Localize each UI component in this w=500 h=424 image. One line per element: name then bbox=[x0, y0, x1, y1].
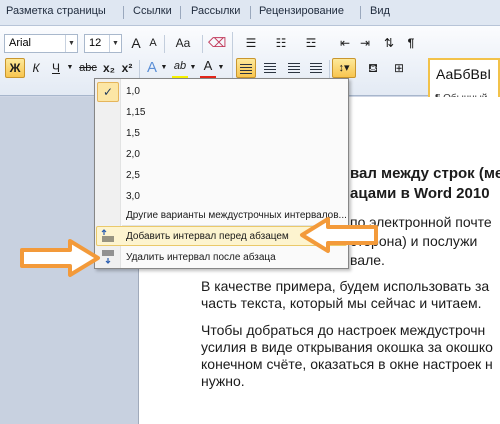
text-effects-button[interactable]: A bbox=[144, 58, 160, 78]
align-right-button[interactable] bbox=[284, 58, 304, 78]
menu-item-add-space-before[interactable]: Добавить интервал перед абзацем bbox=[126, 231, 289, 242]
heading-line: вал между строк (ме bbox=[350, 165, 500, 182]
font-color-button[interactable]: A bbox=[200, 56, 216, 76]
chevron-down-icon[interactable]: ▼ bbox=[66, 58, 74, 78]
add-space-before-icon bbox=[101, 229, 114, 242]
pilcrow-button[interactable]: ¶ bbox=[404, 33, 418, 53]
menu-item-spacing-2-5[interactable]: 2,5 bbox=[126, 170, 140, 181]
clear-formatting-icon[interactable]: ⌫ bbox=[208, 33, 226, 53]
chevron-down-icon[interactable]: ▼ bbox=[189, 58, 197, 78]
tab-references[interactable]: Ссылки bbox=[133, 5, 172, 17]
chevron-down-icon[interactable]: ▼ bbox=[65, 35, 77, 52]
font-name-select[interactable]: Arial ▼ bbox=[4, 34, 78, 53]
paragraph-line: Чтобы добраться до настроек междустрочн bbox=[201, 322, 486, 338]
tab-separator bbox=[360, 6, 361, 19]
checkmark-icon: ✓ bbox=[97, 82, 119, 102]
font-size-value: 12 bbox=[89, 37, 102, 49]
underline-icon[interactable]: Ч bbox=[47, 58, 65, 78]
tab-separator bbox=[123, 6, 124, 19]
menu-item-spacing-2-0[interactable]: 2,0 bbox=[126, 149, 140, 160]
bullets-icon[interactable]: ☰ bbox=[240, 33, 262, 53]
superscript-button[interactable]: x² bbox=[119, 58, 135, 78]
italic-button[interactable]: К bbox=[27, 58, 45, 78]
paragraph-line: усилия в виде открывания окошка за окошк… bbox=[201, 339, 493, 355]
align-center-icon bbox=[264, 63, 276, 73]
menu-item-spacing-1-0[interactable]: 1,0 bbox=[126, 86, 140, 97]
change-case-button[interactable]: Aa bbox=[170, 33, 196, 53]
divider bbox=[139, 60, 140, 78]
strikethrough-button[interactable]: abc bbox=[77, 58, 99, 78]
justify-icon bbox=[310, 63, 322, 73]
style-sample-text: АаБбВвI bbox=[436, 66, 492, 82]
grow-font-button[interactable]: A bbox=[128, 33, 144, 53]
menu-item-spacing-1-15[interactable]: 1,15 bbox=[126, 107, 145, 118]
tab-separator bbox=[250, 6, 251, 19]
font-size-select[interactable]: 12 ▼ bbox=[84, 34, 122, 53]
heading-line: ацами в Word 2010 bbox=[350, 185, 490, 202]
divider bbox=[202, 35, 203, 53]
align-right-icon bbox=[288, 63, 300, 73]
tab-separator bbox=[180, 6, 181, 19]
increase-indent-icon[interactable]: ⇥ bbox=[356, 33, 374, 53]
tab-review[interactable]: Рецензирование bbox=[259, 5, 344, 17]
paragraph-line: нужно. bbox=[201, 373, 245, 389]
chevron-down-icon[interactable]: ▼ bbox=[160, 58, 168, 78]
divider bbox=[329, 60, 330, 78]
sort-icon[interactable]: ⇅ bbox=[380, 33, 398, 53]
paragraph-line: часть текста, который мы сейчас и читаем… bbox=[201, 295, 482, 311]
justify-button[interactable] bbox=[306, 58, 326, 78]
remove-space-after-icon bbox=[102, 250, 114, 264]
numbering-icon[interactable]: ☷ bbox=[270, 33, 292, 53]
highlight-button[interactable]: ab bbox=[172, 56, 188, 76]
paragraph-line: конечном счёте, оказаться в окне настрое… bbox=[201, 356, 493, 372]
annotation-arrow-right-icon bbox=[20, 239, 100, 277]
divider bbox=[164, 35, 165, 53]
shrink-font-button[interactable]: A bbox=[146, 33, 160, 53]
borders-icon[interactable]: ⊞ bbox=[388, 58, 410, 78]
align-left-button[interactable] bbox=[236, 58, 256, 78]
align-center-button[interactable] bbox=[260, 58, 280, 78]
decrease-indent-icon[interactable]: ⇤ bbox=[336, 33, 354, 53]
bold-button[interactable]: Ж bbox=[5, 58, 25, 78]
menu-item-remove-space-after[interactable]: Удалить интервал после абзаца bbox=[126, 252, 276, 263]
shading-icon[interactable]: ⛾ bbox=[362, 58, 384, 78]
menu-item-spacing-1-5[interactable]: 1,5 bbox=[126, 128, 140, 139]
font-name-value: Arial bbox=[9, 37, 32, 49]
ribbon-tabs: Разметка страницы Ссылки Рассылки Реценз… bbox=[0, 0, 500, 26]
tab-view[interactable]: Вид bbox=[370, 5, 390, 17]
tab-mailings[interactable]: Рассылки bbox=[191, 5, 240, 17]
tab-page-layout[interactable]: Разметка страницы bbox=[6, 5, 106, 17]
subscript-button[interactable]: x₂ bbox=[101, 58, 117, 78]
align-left-icon bbox=[240, 64, 252, 74]
paragraph-line: В качестве примера, будем использовать з… bbox=[201, 278, 490, 294]
annotation-arrow-left-icon bbox=[300, 217, 378, 253]
chevron-down-icon[interactable]: ▼ bbox=[217, 58, 225, 78]
chevron-down-icon[interactable]: ▼ bbox=[109, 35, 121, 52]
multilevel-list-icon[interactable]: ☲ bbox=[300, 33, 322, 53]
menu-item-spacing-3-0[interactable]: 3,0 bbox=[126, 191, 140, 202]
line-spacing-button[interactable]: ↕▾ bbox=[332, 58, 356, 78]
